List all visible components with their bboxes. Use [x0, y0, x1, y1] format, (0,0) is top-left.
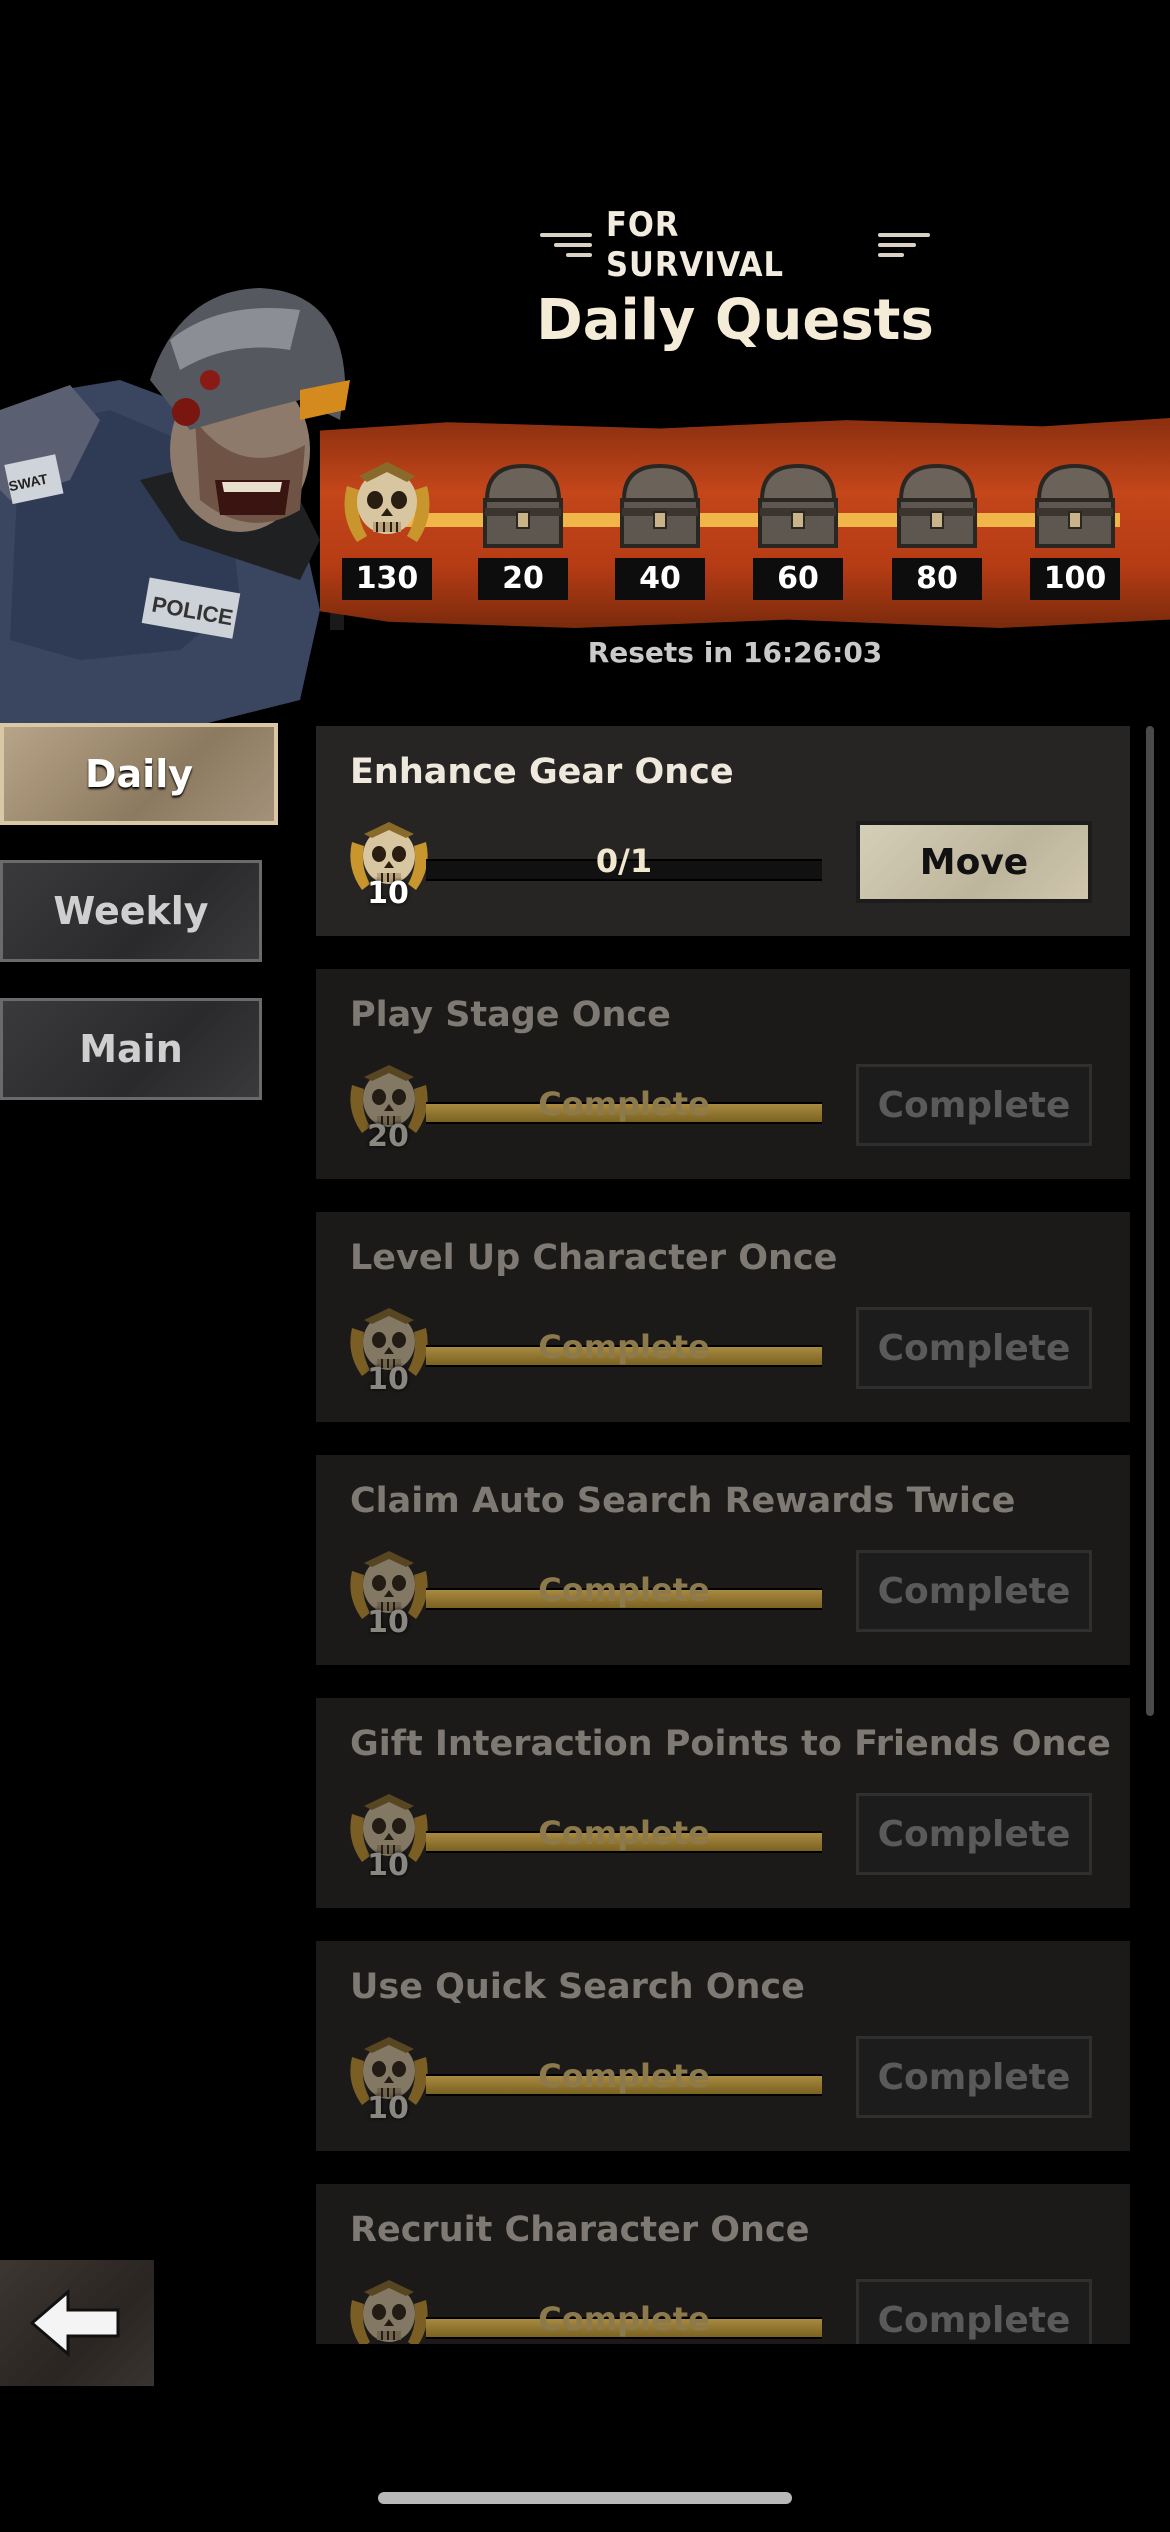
chest-icon — [758, 463, 838, 548]
progress-label: Complete — [538, 1085, 710, 1123]
reset-timer: Resets in 16:26:03 — [587, 636, 883, 669]
tab-daily[interactable]: Daily — [0, 723, 278, 825]
progress-label: Complete — [538, 1328, 710, 1366]
milestone-value: 100 — [1030, 558, 1120, 600]
chest-icon — [620, 463, 700, 548]
move-button[interactable]: Move — [856, 821, 1092, 903]
quest-list-scrollbar[interactable] — [1146, 726, 1154, 1716]
reward-amount: 20 — [367, 1119, 409, 1154]
skull-reward-icon — [346, 2276, 432, 2344]
quest-card: Level Up Character Once Complete 10 Comp… — [316, 1212, 1130, 1422]
milestone-chest[interactable]: 100 — [1020, 450, 1130, 600]
skull-icon — [350, 2280, 428, 2344]
progress-label: Complete — [538, 2300, 710, 2338]
skull-emblem-icon — [344, 462, 430, 542]
progress-label: Complete — [538, 1571, 710, 1609]
subtitle-row: FOR SURVIVAL — [540, 205, 930, 285]
milestone-points: 130 — [332, 450, 442, 600]
quest-title: Recruit Character Once — [350, 2210, 810, 2250]
milestone-value: 80 — [892, 558, 982, 600]
reward-amount: 10 — [367, 1605, 409, 1640]
quest-title: Level Up Character Once — [350, 1238, 838, 1278]
tab-weekly[interactable]: Weekly — [0, 860, 262, 962]
milestone-chest[interactable]: 60 — [743, 450, 853, 600]
reward-amount: 10 — [367, 2091, 409, 2126]
progress-label: 0/1 — [595, 842, 653, 880]
milestone-chest[interactable]: 20 — [468, 450, 578, 600]
milestone-value: 130 — [342, 558, 432, 600]
progress-label: Complete — [538, 2057, 710, 2095]
quest-title: Gift Interaction Points to Friends Once — [350, 1724, 1111, 1764]
quest-card: Claim Auto Search Rewards Twice Complete… — [316, 1455, 1130, 1665]
quest-card: Recruit Character Once Complete Complete — [316, 2184, 1130, 2344]
milestone-value: 40 — [615, 558, 705, 600]
page-title: Daily Quests — [536, 288, 934, 353]
complete-button[interactable]: Complete — [856, 2279, 1092, 2344]
zombie-police-character-art: SWAT POLICE — [0, 288, 350, 740]
chest-icon — [1035, 463, 1115, 548]
reward-amount: 10 — [367, 876, 409, 911]
page-subtitle: FOR SURVIVAL — [606, 205, 784, 285]
progress-label: Complete — [538, 1814, 710, 1852]
complete-button[interactable]: Complete — [856, 1550, 1092, 1632]
milestone-chest[interactable]: 40 — [605, 450, 715, 600]
complete-button[interactable]: Complete — [856, 2036, 1092, 2118]
quest-card: Play Stage Once Complete 20 Complete — [316, 969, 1130, 1179]
complete-button[interactable]: Complete — [856, 1307, 1092, 1389]
quest-title: Enhance Gear Once — [350, 752, 734, 792]
back-button[interactable] — [0, 2260, 154, 2386]
milestone-value: 60 — [753, 558, 843, 600]
quest-card: Gift Interaction Points to Friends Once … — [316, 1698, 1130, 1908]
right-dash-decoration — [878, 233, 930, 257]
quest-card: Enhance Gear Once 0/1 10 Move — [316, 726, 1130, 936]
back-arrow-icon — [29, 2288, 120, 2358]
tab-main[interactable]: Main — [0, 998, 262, 1100]
milestone-value: 20 — [478, 558, 568, 600]
chest-icon — [483, 463, 563, 548]
milestone-chest[interactable]: 80 — [882, 450, 992, 600]
quest-list[interactable]: Enhance Gear Once 0/1 10 Move Play Stage… — [316, 726, 1130, 2344]
chest-icon — [897, 463, 977, 548]
complete-button[interactable]: Complete — [856, 1793, 1092, 1875]
quest-title: Claim Auto Search Rewards Twice — [350, 1481, 1016, 1521]
quest-title: Play Stage Once — [350, 995, 671, 1035]
quest-card: Use Quick Search Once Complete 10 Comple… — [316, 1941, 1130, 2151]
complete-button[interactable]: Complete — [856, 1064, 1092, 1146]
quest-title: Use Quick Search Once — [350, 1967, 805, 2007]
left-dash-decoration — [540, 233, 592, 257]
reward-amount: 10 — [367, 1848, 409, 1883]
home-indicator — [378, 2492, 792, 2504]
reward-amount: 10 — [367, 1362, 409, 1397]
